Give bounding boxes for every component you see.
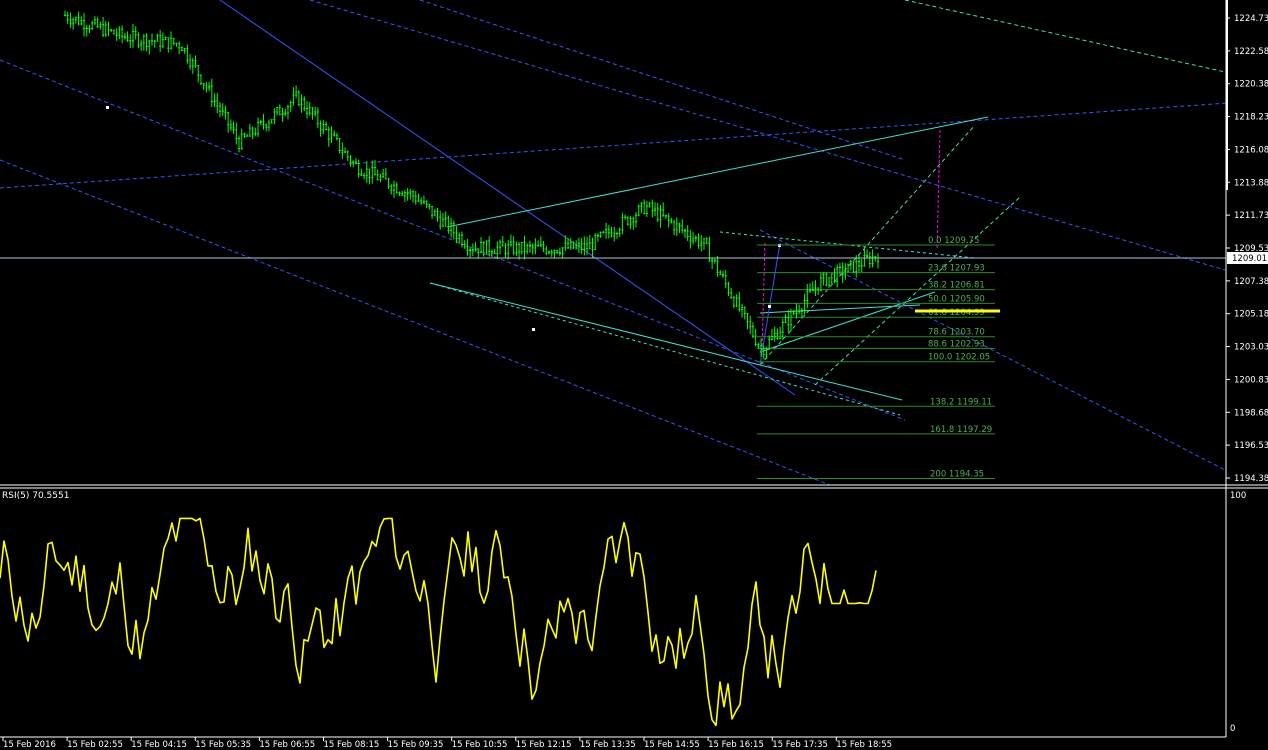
fib-level-label: 78.6 1203.70 [928, 328, 985, 338]
time-tick-label: 15 Feb 04:15 [131, 740, 187, 750]
price-axis-scroll-marker[interactable] [1226, 0, 1228, 190]
price-tick-label: 1218.23 [1234, 113, 1268, 123]
anchor-point[interactable] [106, 106, 109, 109]
price-tick-label: 1200.83 [1234, 375, 1268, 385]
price-tick-label: 1196.53 [1234, 441, 1268, 451]
fib-level-label: 138.2 1199.11 [930, 397, 992, 407]
price-tick-label: 1222.58 [1234, 47, 1268, 57]
price-tick-label: 1211.73 [1234, 211, 1268, 221]
time-tick-label: 15 Feb 2016 [3, 740, 56, 750]
anchor-point[interactable] [532, 328, 535, 331]
current-price-label: 1209.01 [1232, 254, 1267, 264]
price-tick-label: 1198.68 [1234, 408, 1268, 418]
fib-level-label: 0.0 1209.75 [928, 236, 979, 246]
fib-level-label: 50.0 1205.90 [928, 294, 985, 304]
time-tick-label: 15 Feb 14:55 [644, 740, 700, 750]
time-tick-label: 15 Feb 13:35 [580, 740, 636, 750]
rsi-axis-bottom: 0 [1230, 724, 1235, 734]
price-tick-label: 1203.03 [1234, 343, 1268, 353]
price-tick-label: 1224.73 [1234, 14, 1268, 24]
time-tick-label: 15 Feb 16:15 [708, 740, 764, 750]
time-tick-label: 15 Feb 17:35 [772, 740, 828, 750]
price-tick-label: 1207.38 [1234, 277, 1268, 287]
time-tick-label: 15 Feb 05:35 [195, 740, 251, 750]
price-tick-label: 1194.38 [1234, 474, 1268, 484]
price-chart: 0.0 1209.75 23.6 1207.93 38.2 1206.81 50.0 … [0, 0, 1268, 750]
time-tick-label: 15 Feb 02:55 [67, 740, 123, 750]
time-tick-label: 15 Feb 08:15 [324, 740, 380, 750]
time-tick-label: 15 Feb 18:55 [836, 740, 892, 750]
price-tick-label: 1220.38 [1234, 80, 1268, 90]
rsi-axis-top: 100 [1230, 491, 1246, 501]
fib-level-label: 23.6 1207.93 [928, 264, 985, 274]
fib-level-label: 88.6 1202.93 [928, 339, 985, 349]
fib-level-label: 38.2 1206.81 [928, 281, 985, 291]
price-tick-label: 1213.88 [1234, 178, 1268, 188]
time-tick-label: 15 Feb 12:15 [516, 740, 572, 750]
rsi-title: RSI(5) 70.5551 [2, 491, 69, 501]
fib-level-label: 200 1194.35 [930, 469, 984, 479]
anchor-point[interactable] [768, 305, 771, 308]
price-tick-label: 1216.08 [1234, 145, 1268, 155]
price-tick-label: 1205.18 [1234, 310, 1268, 320]
fib-level-label: 161.8 1197.29 [930, 425, 992, 435]
time-tick-label: 15 Feb 06:55 [259, 740, 315, 750]
time-tick-label: 15 Feb 09:35 [388, 740, 444, 750]
time-tick-label: 15 Feb 10:55 [452, 740, 508, 750]
fib-level-label: 100.0 1202.05 [928, 353, 990, 363]
